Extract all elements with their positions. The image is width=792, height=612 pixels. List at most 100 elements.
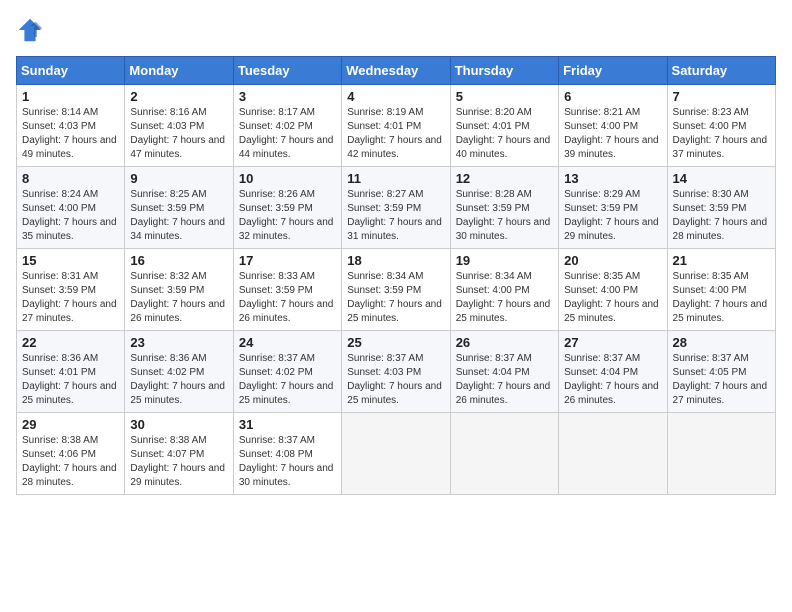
weekday-header: Saturday	[667, 57, 775, 85]
day-number: 4	[347, 89, 444, 104]
calendar-cell: 21 Sunrise: 8:35 AMSunset: 4:00 PMDaylig…	[667, 249, 775, 331]
day-number: 11	[347, 171, 444, 186]
day-info: Sunrise: 8:36 AMSunset: 4:01 PMDaylight:…	[22, 353, 117, 406]
day-number: 12	[456, 171, 553, 186]
day-number: 20	[564, 253, 661, 268]
calendar-cell: 31 Sunrise: 8:37 AMSunset: 4:08 PMDaylig…	[233, 413, 341, 495]
calendar-cell: 23 Sunrise: 8:36 AMSunset: 4:02 PMDaylig…	[125, 331, 233, 413]
calendar-week-row: 8 Sunrise: 8:24 AMSunset: 4:00 PMDayligh…	[17, 167, 776, 249]
day-number: 15	[22, 253, 119, 268]
day-info: Sunrise: 8:28 AMSunset: 3:59 PMDaylight:…	[456, 189, 551, 242]
day-info: Sunrise: 8:37 AMSunset: 4:05 PMDaylight:…	[673, 353, 768, 406]
calendar-cell: 24 Sunrise: 8:37 AMSunset: 4:02 PMDaylig…	[233, 331, 341, 413]
day-number: 7	[673, 89, 770, 104]
weekday-header: Wednesday	[342, 57, 450, 85]
calendar-week-row: 1 Sunrise: 8:14 AMSunset: 4:03 PMDayligh…	[17, 85, 776, 167]
calendar-cell	[559, 413, 667, 495]
calendar-cell: 6 Sunrise: 8:21 AMSunset: 4:00 PMDayligh…	[559, 85, 667, 167]
day-info: Sunrise: 8:20 AMSunset: 4:01 PMDaylight:…	[456, 107, 551, 160]
day-number: 1	[22, 89, 119, 104]
day-number: 26	[456, 335, 553, 350]
weekday-header: Thursday	[450, 57, 558, 85]
day-info: Sunrise: 8:38 AMSunset: 4:06 PMDaylight:…	[22, 435, 117, 488]
calendar-cell: 3 Sunrise: 8:17 AMSunset: 4:02 PMDayligh…	[233, 85, 341, 167]
day-number: 3	[239, 89, 336, 104]
calendar-week-row: 15 Sunrise: 8:31 AMSunset: 3:59 PMDaylig…	[17, 249, 776, 331]
day-number: 10	[239, 171, 336, 186]
day-number: 18	[347, 253, 444, 268]
day-number: 23	[130, 335, 227, 350]
calendar-cell	[450, 413, 558, 495]
calendar-cell: 16 Sunrise: 8:32 AMSunset: 3:59 PMDaylig…	[125, 249, 233, 331]
day-info: Sunrise: 8:37 AMSunset: 4:03 PMDaylight:…	[347, 353, 442, 406]
day-info: Sunrise: 8:14 AMSunset: 4:03 PMDaylight:…	[22, 107, 117, 160]
day-info: Sunrise: 8:35 AMSunset: 4:00 PMDaylight:…	[564, 271, 659, 324]
calendar-cell	[342, 413, 450, 495]
day-info: Sunrise: 8:17 AMSunset: 4:02 PMDaylight:…	[239, 107, 334, 160]
day-number: 24	[239, 335, 336, 350]
day-number: 5	[456, 89, 553, 104]
weekday-header: Tuesday	[233, 57, 341, 85]
day-number: 31	[239, 417, 336, 432]
day-number: 30	[130, 417, 227, 432]
calendar-cell: 5 Sunrise: 8:20 AMSunset: 4:01 PMDayligh…	[450, 85, 558, 167]
day-info: Sunrise: 8:25 AMSunset: 3:59 PMDaylight:…	[130, 189, 225, 242]
calendar-cell: 22 Sunrise: 8:36 AMSunset: 4:01 PMDaylig…	[17, 331, 125, 413]
day-info: Sunrise: 8:36 AMSunset: 4:02 PMDaylight:…	[130, 353, 225, 406]
day-info: Sunrise: 8:34 AMSunset: 3:59 PMDaylight:…	[347, 271, 442, 324]
day-info: Sunrise: 8:27 AMSunset: 3:59 PMDaylight:…	[347, 189, 442, 242]
calendar-cell: 4 Sunrise: 8:19 AMSunset: 4:01 PMDayligh…	[342, 85, 450, 167]
weekday-header: Monday	[125, 57, 233, 85]
day-number: 6	[564, 89, 661, 104]
calendar-cell: 2 Sunrise: 8:16 AMSunset: 4:03 PMDayligh…	[125, 85, 233, 167]
weekday-header-row: SundayMondayTuesdayWednesdayThursdayFrid…	[17, 57, 776, 85]
day-info: Sunrise: 8:19 AMSunset: 4:01 PMDaylight:…	[347, 107, 442, 160]
calendar-cell: 15 Sunrise: 8:31 AMSunset: 3:59 PMDaylig…	[17, 249, 125, 331]
day-info: Sunrise: 8:24 AMSunset: 4:00 PMDaylight:…	[22, 189, 117, 242]
calendar-cell: 1 Sunrise: 8:14 AMSunset: 4:03 PMDayligh…	[17, 85, 125, 167]
calendar-cell: 9 Sunrise: 8:25 AMSunset: 3:59 PMDayligh…	[125, 167, 233, 249]
weekday-header: Friday	[559, 57, 667, 85]
day-number: 14	[673, 171, 770, 186]
day-number: 17	[239, 253, 336, 268]
calendar-cell: 10 Sunrise: 8:26 AMSunset: 3:59 PMDaylig…	[233, 167, 341, 249]
day-info: Sunrise: 8:30 AMSunset: 3:59 PMDaylight:…	[673, 189, 768, 242]
day-info: Sunrise: 8:34 AMSunset: 4:00 PMDaylight:…	[456, 271, 551, 324]
day-info: Sunrise: 8:37 AMSunset: 4:02 PMDaylight:…	[239, 353, 334, 406]
day-number: 9	[130, 171, 227, 186]
day-info: Sunrise: 8:31 AMSunset: 3:59 PMDaylight:…	[22, 271, 117, 324]
day-number: 29	[22, 417, 119, 432]
calendar-cell: 28 Sunrise: 8:37 AMSunset: 4:05 PMDaylig…	[667, 331, 775, 413]
calendar-cell: 11 Sunrise: 8:27 AMSunset: 3:59 PMDaylig…	[342, 167, 450, 249]
logo-icon	[16, 16, 44, 44]
calendar-cell: 26 Sunrise: 8:37 AMSunset: 4:04 PMDaylig…	[450, 331, 558, 413]
day-number: 21	[673, 253, 770, 268]
calendar-cell: 20 Sunrise: 8:35 AMSunset: 4:00 PMDaylig…	[559, 249, 667, 331]
day-info: Sunrise: 8:32 AMSunset: 3:59 PMDaylight:…	[130, 271, 225, 324]
day-info: Sunrise: 8:23 AMSunset: 4:00 PMDaylight:…	[673, 107, 768, 160]
calendar-cell: 19 Sunrise: 8:34 AMSunset: 4:00 PMDaylig…	[450, 249, 558, 331]
calendar-cell: 17 Sunrise: 8:33 AMSunset: 3:59 PMDaylig…	[233, 249, 341, 331]
day-info: Sunrise: 8:37 AMSunset: 4:04 PMDaylight:…	[564, 353, 659, 406]
day-info: Sunrise: 8:37 AMSunset: 4:08 PMDaylight:…	[239, 435, 334, 488]
day-info: Sunrise: 8:35 AMSunset: 4:00 PMDaylight:…	[673, 271, 768, 324]
day-number: 27	[564, 335, 661, 350]
page-header	[16, 16, 776, 44]
calendar-week-row: 22 Sunrise: 8:36 AMSunset: 4:01 PMDaylig…	[17, 331, 776, 413]
day-info: Sunrise: 8:38 AMSunset: 4:07 PMDaylight:…	[130, 435, 225, 488]
day-number: 28	[673, 335, 770, 350]
calendar-cell: 29 Sunrise: 8:38 AMSunset: 4:06 PMDaylig…	[17, 413, 125, 495]
day-number: 2	[130, 89, 227, 104]
logo	[16, 16, 48, 44]
day-info: Sunrise: 8:29 AMSunset: 3:59 PMDaylight:…	[564, 189, 659, 242]
day-number: 8	[22, 171, 119, 186]
day-number: 22	[22, 335, 119, 350]
calendar-table: SundayMondayTuesdayWednesdayThursdayFrid…	[16, 56, 776, 495]
calendar-cell: 30 Sunrise: 8:38 AMSunset: 4:07 PMDaylig…	[125, 413, 233, 495]
day-info: Sunrise: 8:26 AMSunset: 3:59 PMDaylight:…	[239, 189, 334, 242]
day-number: 16	[130, 253, 227, 268]
calendar-cell: 14 Sunrise: 8:30 AMSunset: 3:59 PMDaylig…	[667, 167, 775, 249]
day-info: Sunrise: 8:33 AMSunset: 3:59 PMDaylight:…	[239, 271, 334, 324]
day-info: Sunrise: 8:16 AMSunset: 4:03 PMDaylight:…	[130, 107, 225, 160]
day-number: 19	[456, 253, 553, 268]
